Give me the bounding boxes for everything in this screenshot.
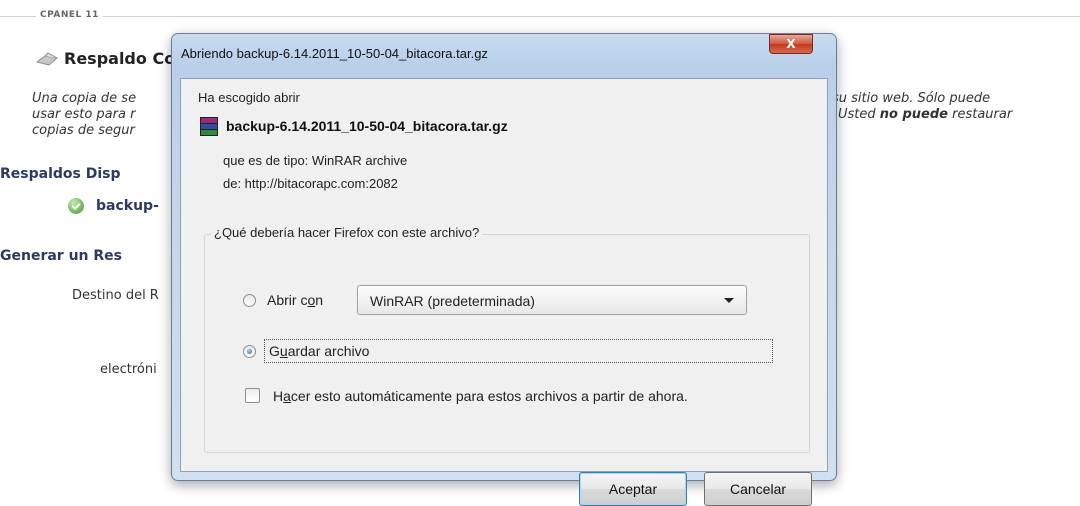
page-header: Respaldo Co [36, 49, 175, 68]
check-circle-icon [68, 198, 84, 214]
save-file-label[interactable]: Guardar archivo [269, 343, 369, 359]
intro-right-2: Usted no puede restaurar [838, 107, 1013, 122]
action-question: ¿Qué debería hacer Firefox con este arch… [211, 225, 483, 240]
file-info: backup-6.14.2011_10-50-04_bitacora.tar.g… [198, 116, 508, 136]
intro-line-2: usar esto para r [32, 107, 136, 122]
ok-button[interactable]: Aceptar [579, 472, 687, 506]
intro-line-3: copias de segur [32, 123, 135, 138]
download-dialog: Abriendo backup-6.14.2011_10-50-04_bitac… [171, 33, 837, 506]
backup-list-item[interactable]: backup- [68, 198, 159, 214]
auto-action-label[interactable]: Hacer esto automáticamente para estos ar… [273, 388, 688, 404]
backup-link[interactable]: backup- [96, 198, 159, 214]
page-title: Respaldo Co [64, 49, 176, 68]
file-name: backup-6.14.2011_10-50-04_bitacora.tar.g… [226, 118, 508, 134]
dialog-title: Abriendo backup-6.14.2011_10-50-04_bitac… [181, 46, 488, 61]
close-icon: X [786, 37, 796, 51]
open-with-select-value: WinRAR (predeterminada) [370, 293, 535, 309]
available-backups-heading: Respaldos Disp [0, 166, 121, 182]
intro-right-1: su sitio web. Sólo puede [832, 91, 991, 106]
generate-backup-heading: Generar un Res [0, 248, 122, 264]
intro-line-1: Una copia de se [32, 91, 137, 106]
open-with-radio[interactable] [243, 294, 256, 307]
dialog-content: Ha escogido abrir backup-6.14.2011_10-50… [180, 78, 828, 506]
winrar-icon [198, 116, 218, 136]
header-rule [0, 16, 1080, 17]
dialog-titlebar[interactable]: Abriendo backup-6.14.2011_10-50-04_bitac… [172, 34, 836, 70]
cpanel-logo: CPANEL 11 [36, 10, 103, 20]
chosen-to-open-text: Ha escogido abrir [198, 90, 300, 105]
open-with-select[interactable]: WinRAR (predeterminada) [357, 285, 747, 315]
file-source-text: de: http://bitacorapc.com:2082 [223, 176, 398, 191]
backup-icon [36, 51, 58, 66]
close-button[interactable]: X [769, 34, 813, 54]
chevron-down-icon [724, 298, 734, 303]
file-type-text: que es de tipo: WinRAR archive [223, 153, 408, 168]
cancel-button[interactable]: Cancelar [704, 472, 812, 506]
destination-label: Destino del R [72, 288, 159, 303]
open-with-label[interactable]: Abrir con [267, 292, 323, 308]
save-file-radio[interactable] [243, 345, 256, 358]
email-label: electróni [100, 362, 157, 377]
auto-action-checkbox[interactable] [245, 388, 260, 403]
